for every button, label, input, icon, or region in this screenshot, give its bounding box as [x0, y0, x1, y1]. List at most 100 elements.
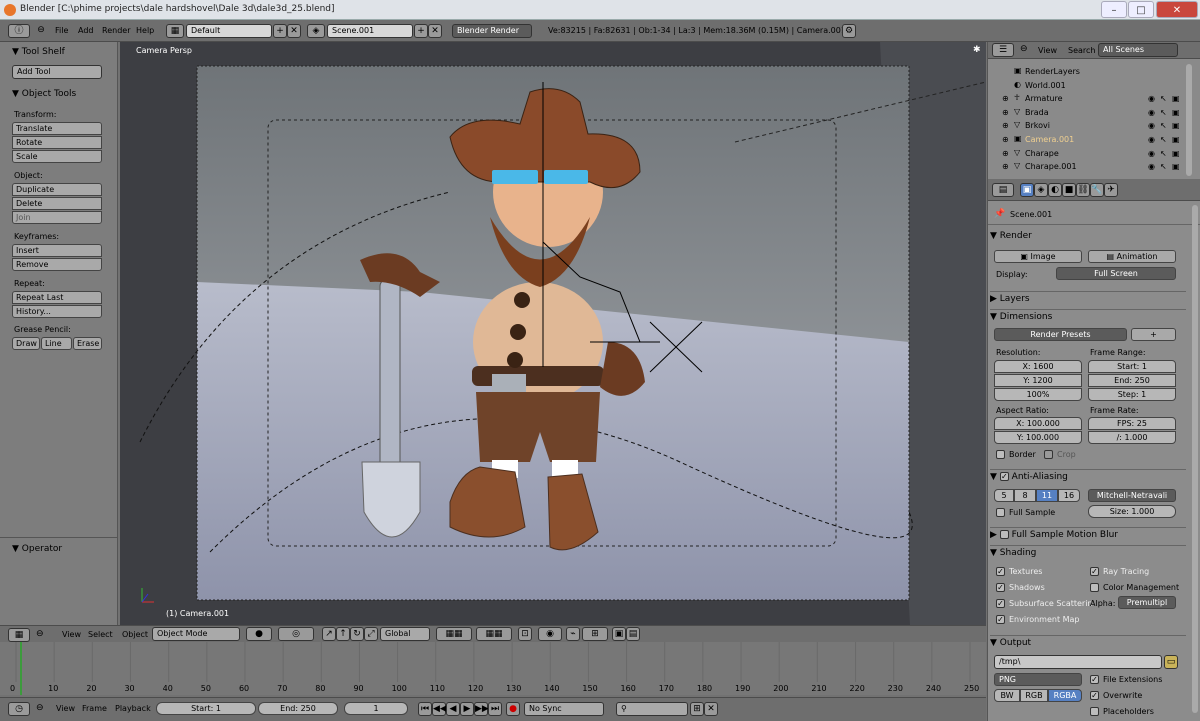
- keying-set-field[interactable]: ⚲: [616, 702, 688, 716]
- history-button[interactable]: History...: [12, 305, 102, 318]
- pin-icon[interactable]: 📌: [994, 209, 1005, 219]
- menu-render[interactable]: Render: [102, 26, 130, 35]
- anti-aliasing-checkbox[interactable]: ✓: [999, 472, 1009, 481]
- operator-panel[interactable]: ▼ Operator: [12, 544, 62, 554]
- render-tab-icon[interactable]: ▣: [1020, 183, 1034, 197]
- render-camera-icon[interactable]: ▣: [1172, 108, 1180, 117]
- outliner-item[interactable]: ⊕ ▽ Charape.001 ◉ ↖ ▣: [988, 161, 1183, 174]
- manipulator-icon[interactable]: ↗: [322, 627, 336, 641]
- repeat-last-button[interactable]: Repeat Last: [12, 291, 102, 304]
- expand-icon[interactable]: ⊕: [1002, 149, 1009, 158]
- expand-icon[interactable]: ⊕: [1002, 94, 1009, 103]
- duplicate-button[interactable]: Duplicate: [12, 183, 102, 196]
- rotate-manipulator-icon[interactable]: ↻: [350, 627, 364, 641]
- properties-scrollbar[interactable]: [1192, 205, 1198, 713]
- grease-line-button[interactable]: Line: [41, 337, 72, 350]
- end-frame-field[interactable]: End: 250: [258, 702, 338, 715]
- menu-object[interactable]: Object: [122, 630, 148, 639]
- outliner-item[interactable]: ◐ World.001: [988, 80, 1183, 93]
- fps-field[interactable]: FPS: 25: [1088, 417, 1176, 430]
- select-arrow-icon[interactable]: ↖: [1160, 108, 1167, 117]
- collapse-menu-icon[interactable]: ⊖: [36, 629, 44, 639]
- remove-keyframe-button[interactable]: Remove: [12, 258, 102, 271]
- timeline[interactable]: 0 10 20 30 40 50 60 70 80 90 100 110 120 130 140 150 160…: [0, 642, 986, 695]
- aa-samples-8[interactable]: 8: [1014, 489, 1036, 502]
- constraints-tab-icon[interactable]: ⛓: [1076, 183, 1090, 197]
- aspect-y-field[interactable]: Y: 100.000: [994, 431, 1082, 444]
- motion-blur-checkbox[interactable]: [999, 530, 1009, 539]
- minimize-button[interactable]: –: [1101, 1, 1127, 18]
- frame-start-field[interactable]: Start: 1: [1088, 360, 1176, 373]
- output-panel-header[interactable]: ▼ Output: [990, 635, 1186, 650]
- alpha-select[interactable]: Premultipl: [1118, 596, 1176, 609]
- world-tab-icon[interactable]: ◐: [1048, 183, 1062, 197]
- aa-samples-11[interactable]: 11: [1036, 489, 1058, 502]
- outliner-item[interactable]: ⊕ ▽ Brada ◉ ↖ ▣: [988, 107, 1183, 120]
- object-tools-panel[interactable]: ▼ Object Tools: [12, 89, 76, 99]
- resolution-percent-field[interactable]: 100%: [994, 388, 1082, 401]
- lock-layers-icon[interactable]: ⊡: [518, 627, 532, 641]
- overwrite-checkbox[interactable]: ✓: [1090, 691, 1099, 700]
- expand-icon[interactable]: ⊕: [1002, 121, 1009, 130]
- start-frame-field[interactable]: Start: 1: [156, 702, 256, 715]
- color-rgba-button[interactable]: RGBA: [1048, 689, 1082, 702]
- aa-size-field[interactable]: Size: 1.000: [1088, 505, 1176, 518]
- visibility-eye-icon[interactable]: ◉: [1148, 162, 1155, 171]
- menu-view[interactable]: View: [62, 630, 81, 639]
- menu-playback[interactable]: Playback: [115, 704, 151, 713]
- expand-icon[interactable]: ⊕: [1002, 135, 1009, 144]
- expand-icon[interactable]: ⊕: [1002, 108, 1009, 117]
- scale-manipulator-icon[interactable]: ⤢: [364, 627, 378, 641]
- menu-frame[interactable]: Frame: [82, 704, 107, 713]
- scene-icon[interactable]: ◈: [307, 24, 325, 38]
- environment-map-checkbox[interactable]: ✓: [996, 615, 1005, 624]
- render-engine-select[interactable]: Blender Render: [452, 24, 532, 38]
- color-rgb-button[interactable]: RGB: [1020, 689, 1048, 702]
- editor-type-icon[interactable]: ▤: [992, 183, 1014, 197]
- pivot-select-icon[interactable]: ◎: [278, 627, 314, 641]
- jump-end-icon[interactable]: ⏭: [488, 702, 502, 716]
- keying-remove-icon[interactable]: ✕: [704, 702, 718, 716]
- translate-button[interactable]: Translate: [12, 122, 102, 135]
- outliner-item[interactable]: ⊕ ☥ Armature ◉ ↖ ▣: [988, 93, 1183, 106]
- grease-draw-button[interactable]: Draw: [12, 337, 40, 350]
- render-camera-icon[interactable]: ▣: [1172, 162, 1180, 171]
- record-icon[interactable]: ●: [506, 702, 520, 716]
- frame-end-field[interactable]: End: 250: [1088, 374, 1176, 387]
- data-tab-icon[interactable]: ✈: [1104, 183, 1118, 197]
- ray-tracing-checkbox[interactable]: ✓: [1090, 567, 1099, 576]
- render-animation-button[interactable]: ▤ Animation: [1088, 250, 1176, 263]
- modifiers-tab-icon[interactable]: 🔧: [1090, 183, 1104, 197]
- layers-grid-1[interactable]: ▦▦: [436, 627, 472, 641]
- maximize-button[interactable]: □: [1128, 1, 1154, 18]
- play-icon[interactable]: ▶: [460, 702, 474, 716]
- select-arrow-icon[interactable]: ↖: [1160, 135, 1167, 144]
- file-extensions-checkbox[interactable]: ✓: [1090, 675, 1099, 684]
- shading-select-icon[interactable]: ●: [246, 627, 272, 641]
- border-checkbox[interactable]: [996, 450, 1005, 459]
- join-button[interactable]: Join: [12, 211, 102, 224]
- editor-type-icon[interactable]: ◷: [8, 702, 30, 716]
- mode-select[interactable]: Object Mode: [152, 627, 240, 641]
- remove-screen-icon[interactable]: ✕: [287, 24, 301, 38]
- screen-field[interactable]: Default: [186, 24, 272, 38]
- color-bw-button[interactable]: BW: [994, 689, 1020, 702]
- outliner-item[interactable]: ⊕ ▣ Camera.001 ◉ ↖ ▣: [988, 134, 1183, 147]
- tool-shelf-title[interactable]: ▼ Tool Shelf: [12, 47, 65, 57]
- visibility-eye-icon[interactable]: ◉: [1148, 135, 1155, 144]
- crop-checkbox[interactable]: [1044, 450, 1053, 459]
- color-management-checkbox[interactable]: [1090, 583, 1099, 592]
- close-button[interactable]: ✕: [1156, 1, 1198, 18]
- play-reverse-icon[interactable]: ◀: [446, 702, 460, 716]
- menu-add[interactable]: Add: [78, 26, 94, 35]
- editor-type-icon[interactable]: ☰: [992, 43, 1014, 57]
- scene-field[interactable]: Scene.001: [327, 24, 413, 38]
- keying-add-icon[interactable]: ⊞: [690, 702, 704, 716]
- translate-manipulator-icon[interactable]: ↑: [336, 627, 350, 641]
- add-preset-button[interactable]: +: [1131, 328, 1176, 341]
- render-camera-icon[interactable]: ▣: [1172, 149, 1180, 158]
- shading-panel-header[interactable]: ▼ Shading: [990, 545, 1186, 560]
- add-scene-icon[interactable]: +: [414, 24, 428, 38]
- grease-erase-button[interactable]: Erase: [73, 337, 102, 350]
- aa-samples-16[interactable]: 16: [1058, 489, 1080, 502]
